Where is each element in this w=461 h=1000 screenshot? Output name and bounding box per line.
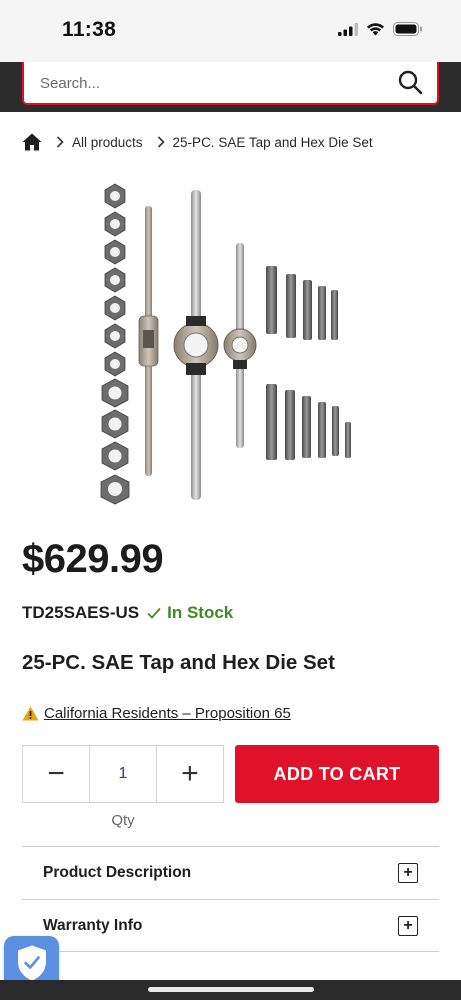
expand-toggle-icon[interactable]: + (398, 915, 418, 936)
accordion-title: Product Description (43, 864, 192, 881)
prop65-notice: California Residents – Proposition 65 (22, 705, 291, 722)
increment-button[interactable]: + (157, 746, 223, 802)
quantity-input[interactable]: 1 (89, 746, 157, 802)
check-icon (147, 607, 161, 619)
wifi-icon (366, 22, 385, 41)
battery-icon (393, 22, 423, 41)
breadcrumb: All products 25-PC. SAE Tap and Hex Die … (22, 132, 373, 152)
search-box (22, 62, 439, 105)
signal-icon (338, 22, 358, 41)
home-indicator[interactable] (148, 987, 314, 992)
status-icons (338, 22, 423, 41)
search-header (0, 62, 461, 112)
home-icon[interactable] (22, 133, 42, 151)
breadcrumb-all-products[interactable]: All products (72, 135, 143, 150)
chevron-right-icon (157, 136, 165, 148)
product-title: 25-PC. SAE Tap and Hex Die Set (22, 651, 335, 674)
prop65-link[interactable]: California Residents – Proposition 65 (44, 705, 291, 722)
accordion-title: Warranty Info (43, 916, 143, 934)
product-price: $629.99 (22, 537, 164, 581)
product-sku: TD25SAES-US (22, 603, 140, 622)
sku-line: TD25SAES-US In Stock (22, 603, 233, 623)
search-input[interactable] (40, 72, 380, 94)
status-time: 11:38 (62, 18, 117, 41)
status-bar: 11:38 (0, 0, 461, 62)
expand-toggle-icon[interactable]: + (398, 863, 418, 883)
quantity-stepper: − 1 + (22, 745, 224, 803)
search-icon[interactable] (397, 69, 423, 95)
chevron-right-icon (56, 136, 64, 148)
decrement-button[interactable]: − (23, 746, 89, 802)
breadcrumb-current-product: 25-PC. SAE Tap and Hex Die Set (172, 134, 373, 150)
accordion-warranty-info[interactable]: Warranty Info + (22, 899, 439, 952)
warning-icon (22, 706, 39, 721)
product-image[interactable] (95, 178, 365, 508)
add-to-cart-button[interactable]: ADD TO CART (235, 745, 439, 803)
stock-status: In Stock (167, 603, 234, 622)
accordion-product-description[interactable]: Product Description + (22, 846, 439, 899)
quantity-label: Qty (111, 812, 135, 829)
